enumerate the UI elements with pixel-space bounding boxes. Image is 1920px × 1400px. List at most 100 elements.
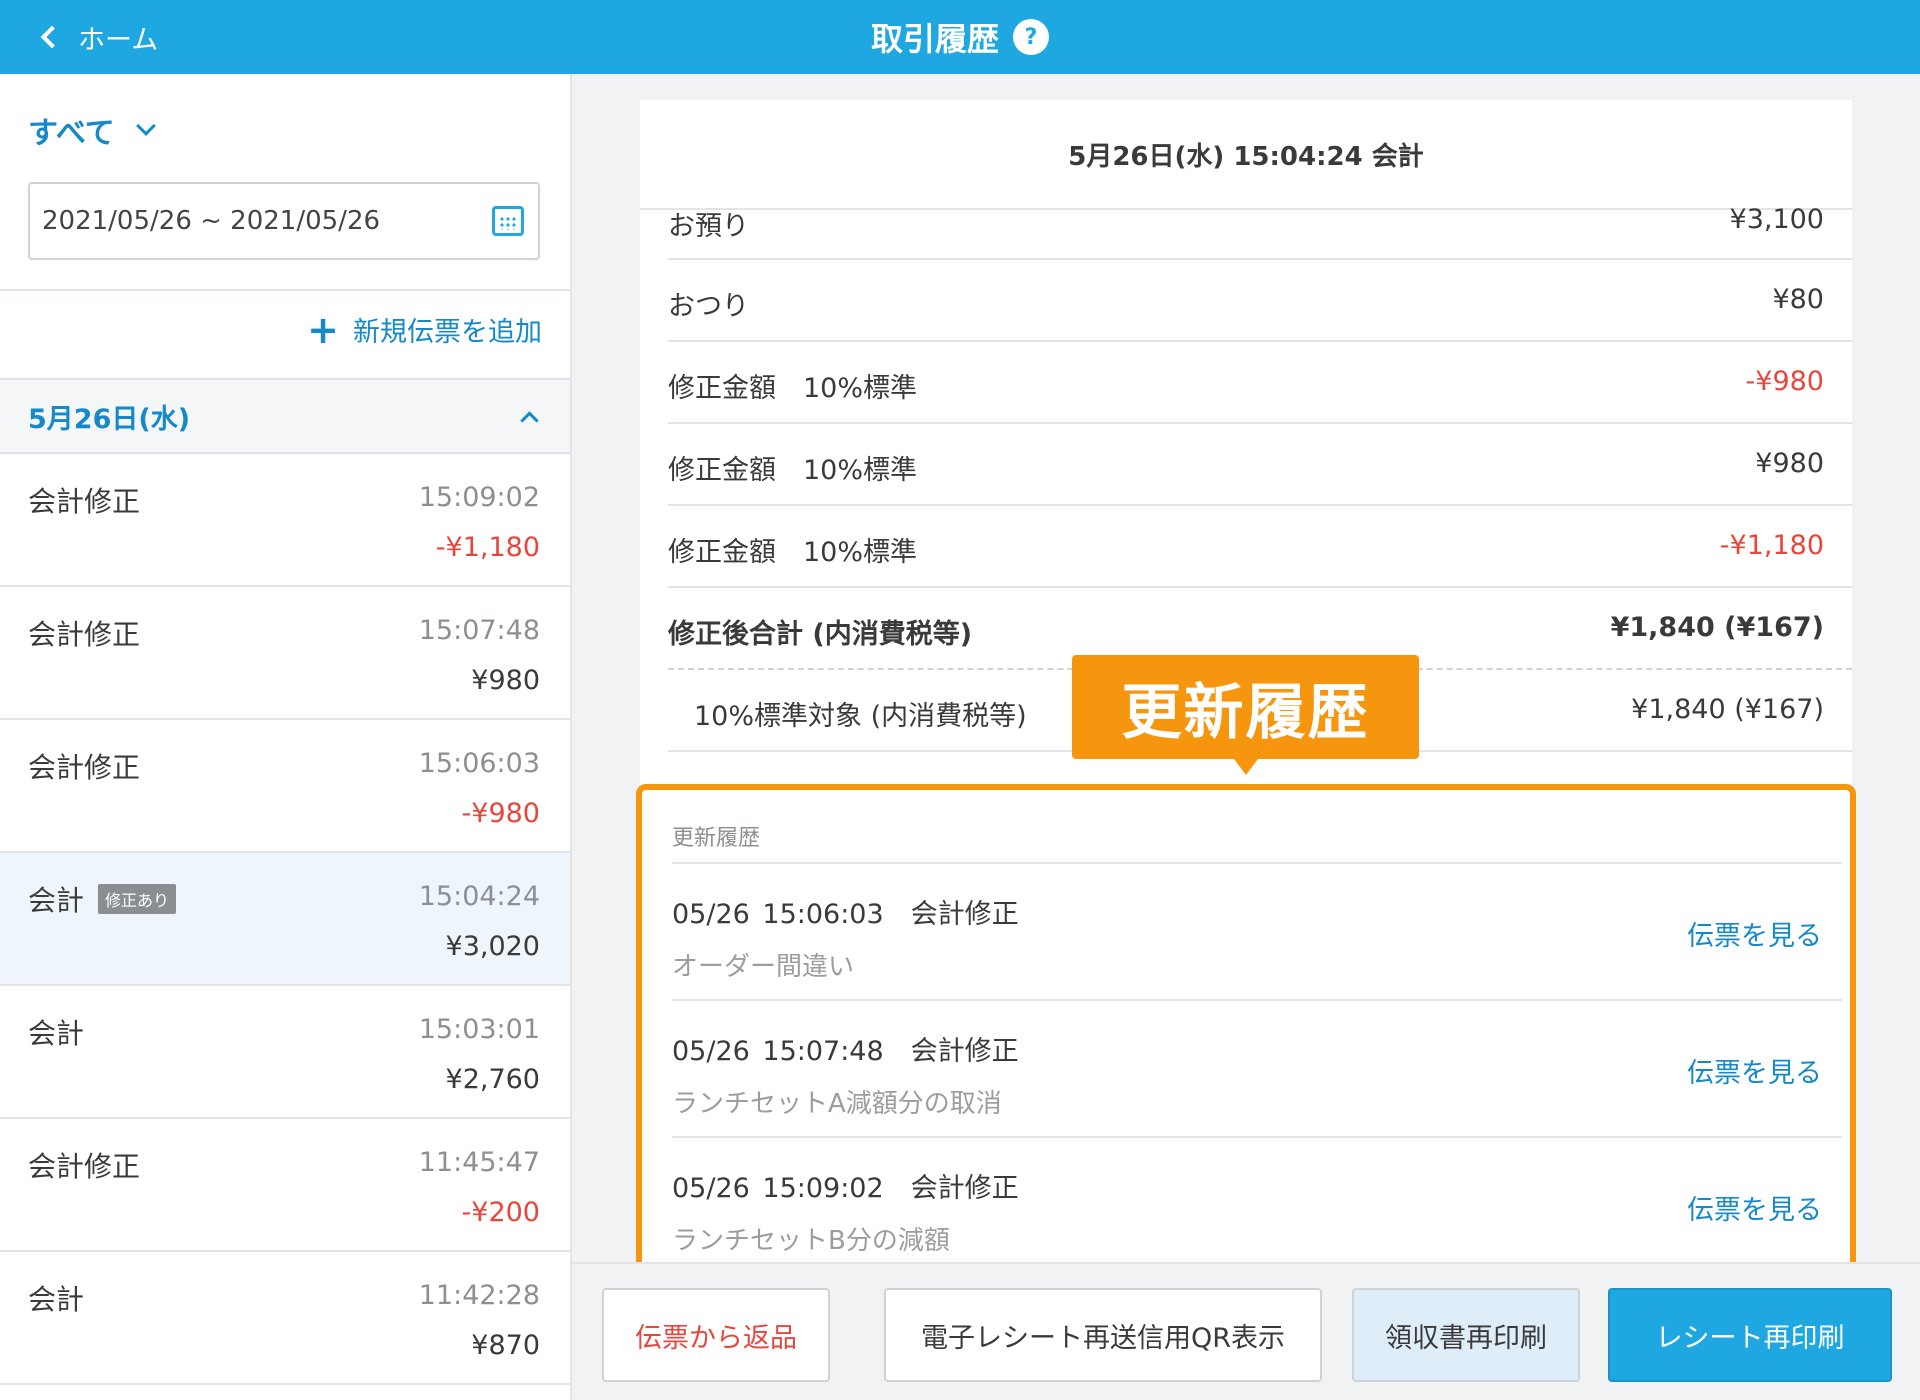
receipt-row: 修正金額 10%標準 -¥980	[668, 342, 1852, 424]
history-note: オーダー間違い	[672, 952, 855, 982]
transaction-row[interactable]: 会計修正 15:09:02 -¥1,180	[0, 454, 570, 587]
row-label: お預り	[668, 211, 749, 242]
history-datetime: 05/26 15:06:03	[672, 899, 884, 930]
history-when: 05/26 15:07:48 会計修正	[672, 1029, 1019, 1068]
transaction-row-selected[interactable]: 会計 修正あり 15:04:24 ¥3,020	[0, 853, 570, 986]
transaction-time: 11:45:47	[418, 1147, 540, 1178]
chevron-down-icon	[135, 116, 156, 136]
history-item: 05/26 15:09:02 会計修正 ランチセットB分の減額 伝票を見る	[672, 1138, 1842, 1268]
row-value: -¥1,180	[1719, 530, 1824, 561]
taxable-value: ¥1,840 (¥167)	[1631, 694, 1824, 725]
total-value: ¥1,840 (¥167)	[1610, 612, 1824, 643]
transaction-time: 15:07:48	[418, 615, 540, 646]
return-from-slip-button[interactable]: 伝票から返品	[602, 1288, 830, 1382]
kind-label: 会計	[28, 1017, 85, 1050]
receipt-title: 5月26日(水) 15:04:24 会計	[640, 100, 1852, 210]
transaction-amount: ¥980	[471, 665, 540, 696]
transaction-row[interactable]: 会計 11:42:28 ¥870	[0, 1252, 570, 1385]
transaction-time: 15:04:24	[418, 881, 540, 912]
row-value: -¥980	[1745, 366, 1824, 397]
row-value: ¥80	[1772, 284, 1824, 315]
row-label: 修正金額 10%標準	[668, 537, 918, 568]
transaction-amount: ¥2,760	[445, 1064, 540, 1095]
receipt-row: 修正金額 10%標準 -¥1,180	[668, 506, 1852, 588]
row-label: 修正金額 10%標準	[668, 373, 918, 404]
history-when: 05/26 15:09:02 会計修正	[672, 1166, 1019, 1205]
transaction-amount: -¥980	[461, 798, 540, 829]
history-note: ランチセットA減額分の取消	[672, 1089, 1002, 1119]
transaction-kind: 会計修正	[28, 480, 140, 520]
kind-label: 会計修正	[28, 1150, 141, 1183]
help-icon[interactable]: ?	[1013, 19, 1049, 55]
title-wrap: 取引履歴 ?	[0, 0, 1920, 74]
transaction-amount: -¥1,180	[435, 532, 540, 563]
total-label: 修正後合計 (内消費税等)	[668, 619, 973, 650]
kind-label: 会計	[28, 1283, 85, 1316]
receipt-row: 修正金額 10%標準 ¥980	[668, 424, 1852, 506]
update-history-panel: 更新履歴 05/26 15:06:03 会計修正 オーダー間違い 伝票を見る 0…	[636, 784, 1856, 1274]
view-slip-link[interactable]: 伝票を見る	[1687, 914, 1822, 953]
history-type: 会計修正	[910, 1036, 1019, 1067]
reprint-receipt-button[interactable]: レシート再印刷	[1608, 1288, 1892, 1382]
transaction-row[interactable]: 会計修正 11:45:47 -¥200	[0, 1119, 570, 1252]
transaction-row[interactable]: 会計修正 15:06:03 -¥980	[0, 720, 570, 853]
app-header: ホーム 取引履歴 ?	[0, 0, 1920, 74]
action-bar: 伝票から返品 電子レシート再送信用QR表示 領収書再印刷 レシート再印刷	[572, 1262, 1920, 1400]
add-slip-button[interactable]: + 新規伝票を追加	[307, 310, 542, 349]
receipt-row: おつり ¥80	[668, 260, 1852, 342]
date-range-value: 2021/05/26 ~ 2021/05/26	[42, 206, 381, 236]
add-slip-label: 新規伝票を追加	[353, 317, 542, 348]
transaction-amount: ¥870	[471, 1330, 540, 1361]
date-range-field[interactable]: 2021/05/26 ~ 2021/05/26	[28, 182, 540, 260]
transaction-row[interactable]: 会計修正 15:07:48 ¥980	[0, 587, 570, 720]
calendar-icon[interactable]	[492, 206, 524, 236]
transaction-time: 11:42:28	[418, 1280, 540, 1311]
history-type: 会計修正	[910, 899, 1019, 930]
transaction-time: 15:06:03	[418, 748, 540, 779]
row-label: おつり	[668, 291, 749, 322]
transaction-row[interactable]: 会計 15:03:01 ¥2,760	[0, 986, 570, 1119]
history-item: 05/26 15:06:03 会計修正 オーダー間違い 伝票を見る	[672, 864, 1842, 1001]
kind-label: 会計	[28, 884, 85, 917]
filter-dropdown[interactable]: すべて	[28, 108, 156, 152]
history-item: 05/26 15:07:48 会計修正 ランチセットA減額分の取消 伝票を見る	[672, 1001, 1842, 1138]
view-slip-link[interactable]: 伝票を見る	[1687, 1051, 1822, 1090]
divider	[0, 289, 570, 291]
transaction-amount: -¥200	[461, 1197, 540, 1228]
taxable-label: 10%標準対象 (内消費税等)	[694, 701, 1027, 732]
transaction-time: 15:09:02	[418, 482, 540, 513]
history-when: 05/26 15:06:03 会計修正	[672, 892, 1019, 931]
transaction-kind: 会計修正	[28, 1145, 140, 1185]
transaction-list: 会計修正 15:09:02 -¥1,180 会計修正 15:07:48 ¥980…	[0, 454, 570, 1385]
kind-label: 会計修正	[28, 751, 141, 784]
modified-badge: 修正あり	[98, 884, 177, 914]
history-datetime: 05/26 15:09:02	[672, 1173, 884, 1204]
transaction-kind: 会計修正	[28, 613, 140, 653]
transaction-kind: 会計	[28, 1012, 84, 1052]
history-note: ランチセットB分の減額	[672, 1226, 950, 1256]
row-value: ¥980	[1755, 448, 1824, 479]
transaction-sidebar: すべて 2021/05/26 ~ 2021/05/26 + 新規伝票を追加 5月…	[0, 74, 572, 1400]
transaction-kind: 会計 修正あり	[28, 879, 177, 919]
show-qr-button[interactable]: 電子レシート再送信用QR表示	[884, 1288, 1322, 1382]
page-title: 取引履歴	[870, 20, 999, 58]
row-value: ¥3,100	[1729, 204, 1824, 235]
update-history-callout: 更新履歴	[1072, 655, 1419, 775]
history-datetime: 05/26 15:07:48	[672, 1036, 884, 1067]
day-group-header[interactable]: 5月26日(水)	[0, 378, 570, 454]
row-label: 修正金額 10%標準	[668, 455, 918, 486]
transaction-kind: 会計	[28, 1278, 84, 1318]
kind-label: 会計修正	[28, 618, 141, 651]
chevron-up-icon	[520, 410, 539, 430]
history-type: 会計修正	[910, 1173, 1019, 1204]
history-heading: 更新履歴	[672, 826, 761, 851]
reprint-receipt-doc-button[interactable]: 領収書再印刷	[1352, 1288, 1580, 1382]
transaction-amount: ¥3,020	[445, 931, 540, 962]
view-slip-link[interactable]: 伝票を見る	[1687, 1188, 1822, 1227]
plus-icon: +	[307, 307, 339, 352]
kind-label: 会計修正	[28, 485, 141, 518]
receipt-row: お預り ¥3,100	[668, 204, 1852, 260]
transaction-time: 15:03:01	[418, 1014, 540, 1045]
transaction-kind: 会計修正	[28, 746, 140, 786]
day-label: 5月26日(水)	[28, 403, 191, 435]
